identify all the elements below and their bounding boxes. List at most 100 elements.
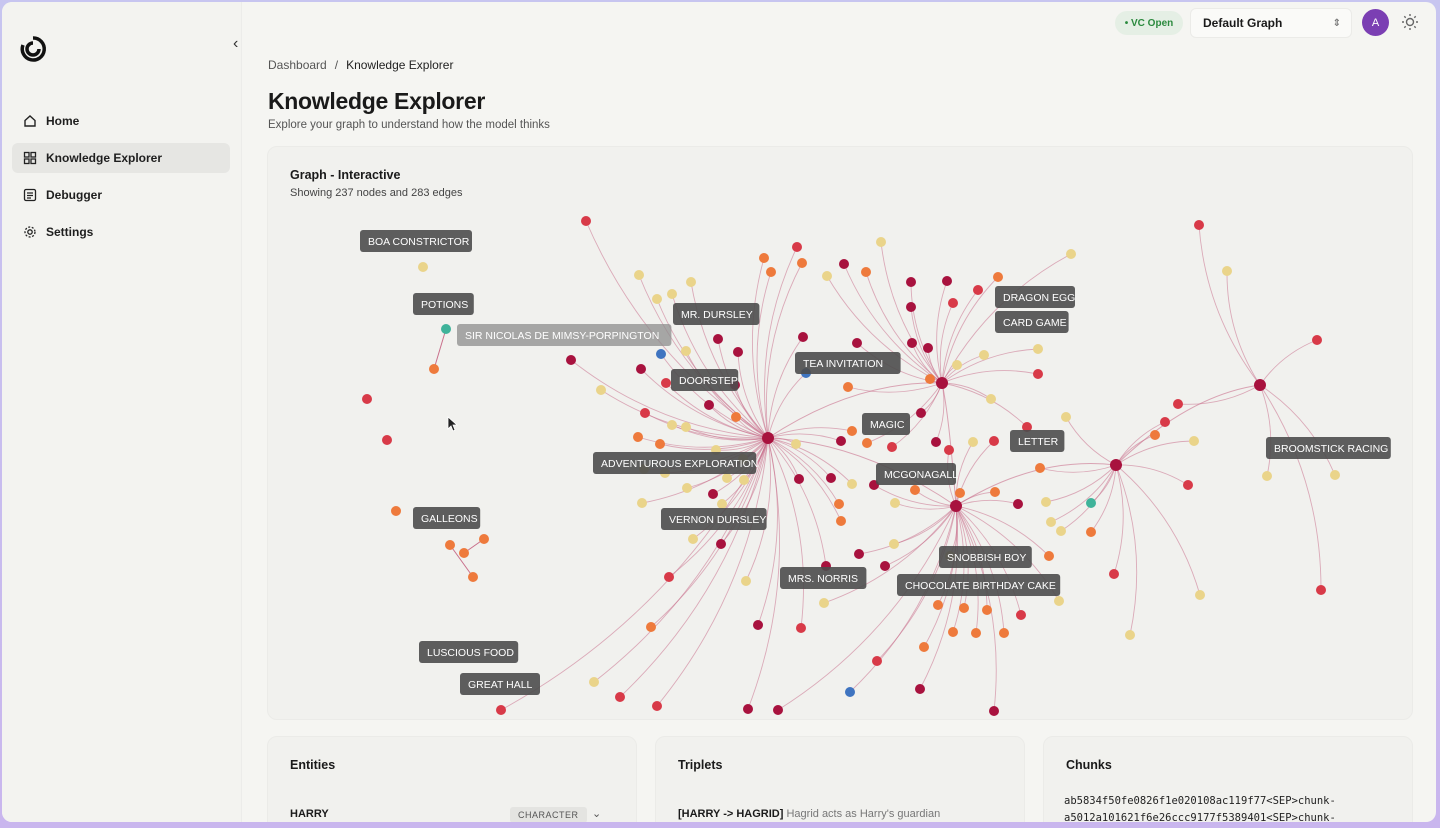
graph-node[interactable] [445, 540, 455, 550]
graph-node[interactable] [731, 412, 741, 422]
graph-node[interactable] [925, 374, 935, 384]
graph-node-label[interactable]: LETTER [1010, 430, 1065, 452]
graph-node[interactable] [741, 576, 751, 586]
graph-node[interactable] [766, 267, 776, 277]
chunk-list[interactable]: ab5834f50fe0826f1e020108ac119f77<SEP>chu… [1064, 793, 1336, 822]
graph-node[interactable] [708, 489, 718, 499]
graph-node-label[interactable]: MCGONAGALL [876, 463, 958, 485]
avatar[interactable]: A [1362, 9, 1389, 36]
graph-node[interactable] [652, 294, 662, 304]
graph-node[interactable] [733, 347, 743, 357]
graph-node[interactable] [1066, 249, 1076, 259]
graph-node[interactable] [1125, 630, 1135, 640]
entity-type-badge[interactable]: CHARACTER [510, 807, 587, 822]
graph-node[interactable] [739, 475, 749, 485]
graph-node[interactable] [999, 628, 1009, 638]
graph-node-label[interactable]: MR. DURSLEY [673, 303, 760, 325]
graph-hub-node[interactable] [936, 377, 948, 389]
graph-node[interactable] [589, 677, 599, 687]
graph-node[interactable] [948, 298, 958, 308]
graph-node[interactable] [798, 332, 808, 342]
graph-node[interactable] [656, 349, 666, 359]
graph-node[interactable] [1056, 526, 1066, 536]
graph-node[interactable] [1312, 335, 1322, 345]
graph-node-label[interactable]: GREAT HALL [460, 673, 540, 695]
graph-node[interactable] [794, 474, 804, 484]
graph-node[interactable] [652, 701, 662, 711]
graph-node[interactable] [429, 364, 439, 374]
graph-node[interactable] [836, 436, 846, 446]
graph-node[interactable] [681, 346, 691, 356]
graph-node-label[interactable]: VERNON DURSLEY [661, 508, 767, 530]
sidebar-item-knowledge-explorer[interactable]: Knowledge Explorer [12, 143, 230, 173]
graph-node[interactable] [1195, 590, 1205, 600]
graph-node[interactable] [944, 445, 954, 455]
graph-node[interactable] [791, 439, 801, 449]
graph-node-label[interactable]: DOORSTEP [671, 369, 739, 391]
graph-node[interactable] [1330, 470, 1340, 480]
breadcrumb-root[interactable]: Dashboard [268, 58, 327, 72]
graph-node[interactable] [743, 704, 753, 714]
graph-node[interactable] [686, 277, 696, 287]
graph-node[interactable] [861, 267, 871, 277]
status-pill[interactable]: • VC Open [1115, 11, 1183, 35]
graph-node[interactable] [971, 628, 981, 638]
graph-node[interactable] [1150, 430, 1160, 440]
graph-node[interactable] [796, 623, 806, 633]
graph-node[interactable] [688, 534, 698, 544]
graph-node[interactable] [655, 439, 665, 449]
graph-node[interactable] [634, 270, 644, 280]
graph-node[interactable] [759, 253, 769, 263]
graph-hub-node[interactable] [762, 432, 774, 444]
graph-node[interactable] [919, 642, 929, 652]
graph-node[interactable] [989, 436, 999, 446]
graph-node[interactable] [968, 437, 978, 447]
graph-node[interactable] [872, 656, 882, 666]
graph-node[interactable] [1054, 596, 1064, 606]
app-logo-icon[interactable] [18, 34, 48, 64]
graph-node[interactable] [1086, 498, 1096, 508]
graph-node-label[interactable]: BROOMSTICK RACING [1266, 437, 1391, 459]
sidebar-item-settings[interactable]: Settings [12, 217, 230, 247]
graph-node[interactable] [1046, 517, 1056, 527]
graph-node[interactable] [826, 473, 836, 483]
graph-hub-node[interactable] [1254, 379, 1266, 391]
graph-node[interactable] [661, 378, 671, 388]
graph-node[interactable] [952, 360, 962, 370]
graph-node[interactable] [887, 442, 897, 452]
graph-node[interactable] [681, 422, 691, 432]
graph-node[interactable] [637, 498, 647, 508]
graph-node-label[interactable]: BOA CONSTRICTOR [360, 230, 472, 252]
graph-node[interactable] [822, 271, 832, 281]
graph-node[interactable] [880, 561, 890, 571]
graph-node[interactable] [1173, 399, 1183, 409]
graph-node[interactable] [906, 277, 916, 287]
graph-node[interactable] [982, 605, 992, 615]
graph-node[interactable] [391, 506, 401, 516]
graph-node[interactable] [667, 420, 677, 430]
graph-node[interactable] [441, 324, 451, 334]
graph-node-label[interactable]: DRAGON EGG [995, 286, 1075, 308]
graph-node[interactable] [640, 408, 650, 418]
graph-node[interactable] [989, 706, 999, 716]
graph-node[interactable] [942, 276, 952, 286]
graph-node[interactable] [907, 338, 917, 348]
graph-node[interactable] [615, 692, 625, 702]
graph-node-label[interactable]: SIR NICOLAS DE MIMSY-PORPINGTON [457, 324, 672, 346]
graph-node[interactable] [646, 622, 656, 632]
graph-node[interactable] [1086, 527, 1096, 537]
graph-node[interactable] [916, 408, 926, 418]
graph-node[interactable] [468, 572, 478, 582]
graph-node[interactable] [1189, 436, 1199, 446]
chevron-down-icon[interactable]: ⌄ [592, 807, 601, 820]
graph-node[interactable] [1222, 266, 1232, 276]
graph-node[interactable] [862, 438, 872, 448]
graph-node[interactable] [845, 687, 855, 697]
graph-node-label[interactable]: LUSCIOUS FOOD [419, 641, 519, 663]
graph-node[interactable] [847, 426, 857, 436]
graph-node[interactable] [843, 382, 853, 392]
triplet-row[interactable]: [HARRY -> HAGRID] Hagrid acts as Harry's… [678, 808, 940, 820]
graph-node-label[interactable]: SNOBBISH BOY [939, 546, 1032, 568]
graph-node[interactable] [923, 343, 933, 353]
graph-node[interactable] [1033, 369, 1043, 379]
